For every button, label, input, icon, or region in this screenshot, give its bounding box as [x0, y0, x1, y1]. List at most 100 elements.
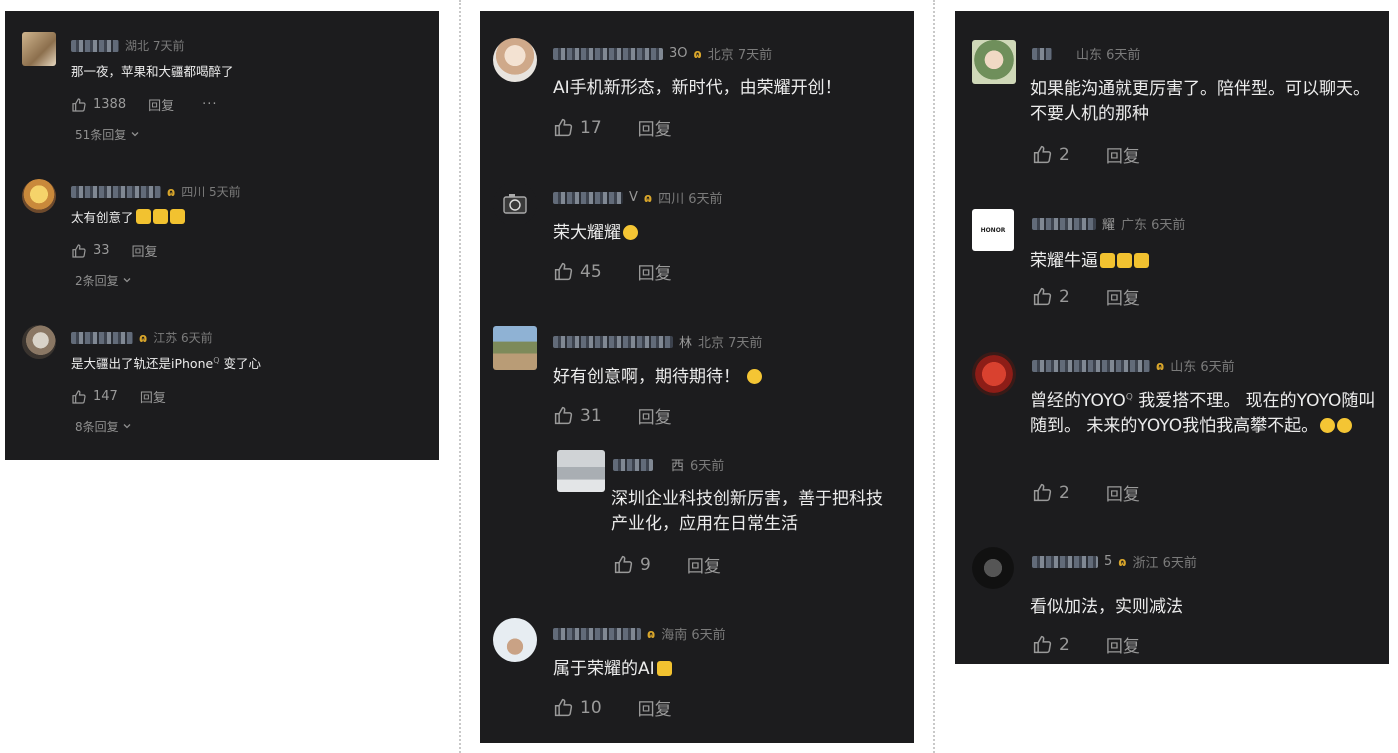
username-blurred[interactable] — [553, 47, 663, 60]
view-replies-button[interactable]: 2条回复 — [75, 272, 132, 289]
reply-button[interactable]: 回复 — [687, 552, 721, 577]
honor-logo-avatar[interactable]: HONOR — [972, 209, 1014, 251]
username-blurred[interactable] — [553, 627, 641, 640]
thumbs-emoji — [1100, 253, 1115, 268]
user-avatar[interactable] — [493, 618, 537, 662]
comment-text: 深圳企业科技创新厉害，善于把科技产业化，应用在日常生活 — [611, 489, 883, 534]
reply-button[interactable]: 回复 — [638, 403, 672, 428]
reply-button[interactable]: 回复 — [1106, 632, 1140, 657]
reply-button[interactable]: 回复 — [638, 695, 672, 720]
creator-badge-icon: ɷ — [643, 190, 653, 205]
creator-badge-icon: ɷ — [693, 46, 702, 61]
reply-button[interactable]: 回复 — [140, 387, 166, 406]
user-avatar[interactable] — [972, 352, 1016, 396]
reply-button[interactable]: 回复 — [1106, 480, 1140, 505]
comment-location-time: 四川 5天前 — [181, 185, 241, 199]
user-avatar[interactable] — [972, 547, 1014, 589]
view-replies-button[interactable]: 51条回复 — [75, 126, 140, 143]
user-avatar[interactable] — [22, 325, 56, 359]
username-blurred[interactable] — [71, 39, 119, 52]
thumbs-emoji — [1117, 253, 1132, 268]
like-button[interactable]: 10 — [553, 697, 602, 718]
comment-text: 是大疆出了轨还是iPhoneQ 变了心 — [71, 356, 261, 372]
like-button[interactable]: 2 — [1032, 634, 1070, 655]
thumbs-up-icon — [614, 555, 633, 574]
username-fragment[interactable]: 5 — [1104, 554, 1112, 569]
user-avatar[interactable] — [557, 450, 605, 492]
thumbs-emoji — [135, 209, 151, 224]
thumbs-emoji — [152, 209, 168, 224]
reply-button[interactable]: 回复 — [1106, 142, 1140, 167]
search-superscript-icon[interactable]: Q — [1126, 392, 1133, 402]
like-count: 45 — [580, 261, 602, 282]
user-avatar[interactable] — [22, 179, 56, 213]
username-blurred[interactable] — [71, 185, 161, 198]
comment-text: 属于荣耀的AI — [553, 657, 672, 682]
like-button[interactable]: 2 — [1032, 482, 1070, 503]
search-superscript-icon[interactable]: Q — [213, 356, 219, 365]
username-blurred[interactable] — [1032, 47, 1052, 60]
like-button[interactable]: 45 — [553, 261, 602, 282]
like-count: 10 — [580, 697, 602, 718]
comment-location-time: 四川 6天前 — [658, 192, 723, 207]
username-fragment[interactable]: 林 — [679, 332, 692, 351]
like-button[interactable]: 2 — [1032, 286, 1070, 307]
user-avatar[interactable] — [493, 38, 537, 82]
smile-emoji — [623, 225, 638, 240]
reply-button[interactable]: 回复 — [132, 241, 158, 260]
username-blurred[interactable] — [1032, 555, 1098, 568]
username-blurred[interactable] — [613, 458, 653, 471]
thumbs-up-icon — [72, 389, 86, 404]
username-blurred[interactable] — [1032, 359, 1150, 372]
like-button[interactable]: 147 — [71, 389, 118, 405]
username-blurred[interactable] — [1032, 217, 1096, 230]
comment-panel-3: 山东 6天前 如果能沟通就更厉害了。陪伴型。可以聊天。不要人机的那种 2 回复 … — [955, 11, 1389, 664]
comment-text: AI手机新形态，新时代，由荣耀开创！ — [553, 78, 842, 98]
like-button[interactable]: 33 — [71, 243, 110, 259]
username-blurred[interactable] — [71, 331, 133, 344]
reply-button[interactable]: 回复 — [638, 259, 672, 284]
username-blurred[interactable] — [553, 335, 673, 348]
user-avatar[interactable] — [972, 40, 1016, 84]
username-fragment[interactable]: 西 — [671, 455, 684, 474]
panel-separator — [459, 0, 461, 753]
like-button[interactable]: 2 — [1032, 144, 1070, 165]
user-avatar[interactable] — [493, 182, 537, 226]
like-button[interactable]: 9 — [613, 554, 651, 575]
reply-button[interactable]: 回复 — [148, 95, 174, 114]
like-count: 2 — [1059, 144, 1070, 165]
username-fragment[interactable]: V — [629, 190, 638, 205]
like-button[interactable]: 17 — [553, 117, 602, 138]
creator-badge-icon: ɷ — [1156, 358, 1165, 373]
like-button[interactable]: 31 — [553, 405, 602, 426]
view-replies-button[interactable]: 8条回复 — [75, 418, 132, 435]
thumbs-up-icon — [554, 406, 573, 425]
comment-location-time: 湖北 7天前 — [125, 39, 185, 53]
grin-emoji — [1337, 417, 1353, 433]
user-avatar[interactable] — [22, 32, 56, 66]
like-count: 2 — [1059, 482, 1070, 503]
creator-badge-icon: ɷ — [167, 184, 176, 199]
chevron-down-icon — [124, 278, 131, 283]
comment-location-time: 北京 7天前 — [707, 48, 773, 63]
username-fragment[interactable]: 3O — [669, 46, 688, 61]
reply-button[interactable]: 回复 — [638, 115, 672, 140]
username-blurred[interactable] — [553, 191, 623, 204]
thumbs-up-icon — [72, 97, 86, 112]
username-fragment[interactable]: 耀 — [1102, 214, 1115, 233]
user-avatar[interactable] — [493, 326, 537, 370]
creator-badge-icon: ɷ — [139, 330, 148, 345]
comment-text: 曾经的YOYOQ 我爱搭不理。 现在的YOYO随叫随到。 未来的YOYO我怕我高… — [1030, 391, 1376, 436]
reply-button[interactable]: 回复 — [1106, 284, 1140, 309]
comment-text: 荣耀牛逼 — [1030, 249, 1149, 274]
like-count: 2 — [1059, 634, 1070, 655]
like-count: 1388 — [93, 97, 127, 112]
comment-location-time: 北京 7天前 — [698, 336, 763, 351]
like-button[interactable]: 1388 — [71, 97, 126, 113]
thumbs-emoji — [656, 661, 672, 676]
comment-panel-2: 3O ɷ 北京 7天前 AI手机新形态，新时代，由荣耀开创！ 17 回复 V ɷ… — [480, 11, 914, 743]
comment-location-time: 江苏 6天前 — [153, 331, 213, 345]
thumbs-up-icon — [1033, 287, 1052, 306]
more-options-button[interactable]: ··· — [202, 97, 217, 112]
like-count: 147 — [93, 389, 118, 404]
